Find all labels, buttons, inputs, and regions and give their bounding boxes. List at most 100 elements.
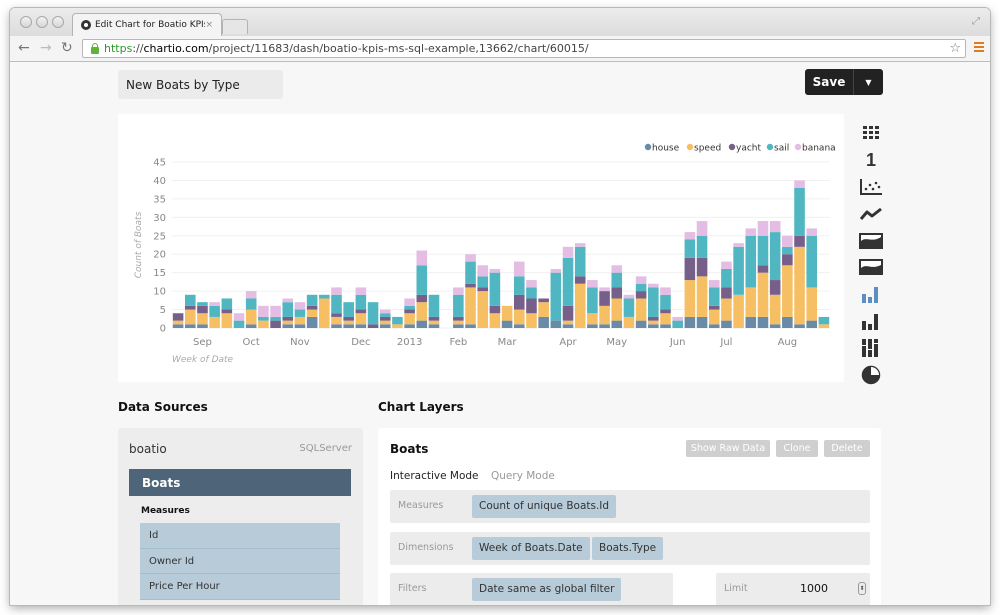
bar-segment-house bbox=[453, 324, 464, 328]
bar-segment-sail bbox=[769, 232, 781, 281]
bar-segment-house bbox=[757, 316, 769, 328]
measure-field[interactable]: Id bbox=[140, 523, 340, 549]
x-tick-label: Mar bbox=[498, 337, 518, 348]
dimension-pill[interactable]: Week of Boats.Date bbox=[472, 537, 590, 560]
x-tick-label: Jul bbox=[719, 337, 732, 348]
delete-button[interactable]: Delete bbox=[824, 440, 870, 457]
chart-title-input[interactable]: New Boats by Type bbox=[118, 70, 283, 99]
dimension-pill[interactable]: Boats.Type bbox=[592, 537, 664, 560]
reload-icon[interactable]: ↻ bbox=[61, 40, 73, 56]
bar-segment-house bbox=[355, 324, 367, 328]
bar-segment-yacht bbox=[684, 257, 696, 281]
stacked-bar-100-icon[interactable] bbox=[858, 334, 884, 361]
bar-segment-house bbox=[611, 320, 623, 328]
bar-segment-yacht bbox=[599, 291, 610, 306]
legend-swatch-speed bbox=[686, 143, 694, 151]
bar-segment-banana bbox=[245, 291, 257, 299]
bar-segment-sail bbox=[221, 298, 233, 310]
bar-segment-sail bbox=[209, 305, 220, 317]
stacked-bar-icon[interactable] bbox=[858, 308, 884, 335]
save-button[interactable]: Save bbox=[805, 69, 853, 95]
scatter-icon[interactable] bbox=[858, 174, 884, 201]
zoom-window-button[interactable] bbox=[52, 16, 64, 28]
bar-segment-yacht bbox=[782, 254, 793, 266]
bar-icon[interactable] bbox=[858, 281, 884, 308]
bar-segment-yacht bbox=[270, 320, 281, 328]
bar-segment-speed bbox=[623, 316, 635, 328]
bar-segment-sail bbox=[611, 272, 623, 288]
stacked-area-icon[interactable] bbox=[858, 254, 884, 281]
close-window-button[interactable] bbox=[20, 16, 32, 28]
tab-query-mode[interactable]: Query Mode bbox=[491, 470, 555, 482]
bar-segment-speed bbox=[818, 324, 830, 328]
bar-segment-speed bbox=[197, 313, 208, 325]
y-tick-label: 20 bbox=[153, 250, 166, 261]
bar-segment-banana bbox=[611, 265, 623, 273]
bar-segment-sail bbox=[513, 276, 525, 295]
bar-segment-banana bbox=[708, 280, 720, 288]
bar-segment-yacht bbox=[184, 305, 196, 310]
measure-field[interactable]: Price Per Hour bbox=[140, 574, 340, 600]
bar-segment-sail bbox=[721, 268, 732, 288]
minimize-window-button[interactable] bbox=[36, 16, 48, 28]
bar-segment-yacht bbox=[660, 309, 671, 314]
data-sources-heading: Data Sources bbox=[118, 400, 208, 414]
fullscreen-icon[interactable]: ⤢ bbox=[972, 16, 980, 27]
show-raw-data-button[interactable]: Show Raw Data bbox=[686, 440, 770, 457]
y-tick-label: 10 bbox=[153, 287, 166, 298]
y-tick-label: 35 bbox=[153, 194, 166, 205]
bar-segment-yacht bbox=[526, 298, 537, 314]
bar-segment-house bbox=[465, 324, 476, 328]
bar-segment-house bbox=[708, 324, 720, 328]
bar-segment-sail bbox=[623, 298, 635, 317]
stacked-bar-chart: 0 5 10 15 20 25 30 35 40 45 Count of Boats Week of … bbox=[134, 143, 836, 366]
browser-tab[interactable]: Edit Chart for Boatio KPIs - × bbox=[72, 13, 222, 36]
browser-toolbar: ← → ↻ https :// chartio.com /project/116… bbox=[10, 36, 990, 62]
pie-icon[interactable] bbox=[858, 361, 884, 388]
bar-segment-banana bbox=[258, 305, 269, 317]
back-icon[interactable]: ← bbox=[18, 40, 30, 56]
tab-interactive-mode[interactable]: Interactive Mode bbox=[390, 470, 479, 482]
bar-segment-yacht bbox=[794, 235, 805, 247]
bar-segment-house bbox=[745, 316, 757, 328]
bar-segment-speed bbox=[428, 320, 440, 325]
limit-input[interactable]: 1000 bbox=[800, 582, 828, 595]
line-icon[interactable] bbox=[858, 200, 884, 227]
tab-close-icon[interactable]: × bbox=[205, 20, 213, 30]
bar-segment-sail bbox=[526, 287, 537, 299]
bar-segment-banana bbox=[465, 254, 476, 262]
clone-button[interactable]: Clone bbox=[776, 440, 818, 457]
bar-segment-house bbox=[343, 324, 354, 328]
area-icon[interactable] bbox=[858, 227, 884, 254]
bar-segment-banana bbox=[562, 246, 574, 258]
bar-segment-speed bbox=[538, 302, 549, 317]
y-tick-label: 25 bbox=[153, 231, 166, 242]
bar-segment-speed bbox=[745, 287, 757, 317]
bar-segment-house bbox=[684, 316, 696, 328]
bar-segment-yacht bbox=[757, 265, 769, 273]
forward-icon[interactable]: → bbox=[40, 40, 52, 56]
data-source-name[interactable]: boatio bbox=[129, 442, 167, 456]
limit-stepper[interactable]: ⬍ bbox=[858, 582, 866, 595]
measure-pill[interactable]: Count of unique Boats.Id bbox=[472, 495, 617, 518]
bar-segment-sail bbox=[587, 287, 598, 314]
bar-segment-banana bbox=[404, 298, 415, 306]
bar-segment-speed bbox=[587, 313, 598, 325]
bar-segment-speed bbox=[477, 291, 489, 328]
browser-menu-icon[interactable] bbox=[974, 42, 984, 52]
bar-segment-speed bbox=[599, 305, 610, 325]
table-icon[interactable] bbox=[858, 120, 884, 147]
single-value-icon[interactable]: 1 bbox=[858, 147, 884, 174]
bookmark-star-icon[interactable]: ☆ bbox=[949, 41, 961, 56]
new-tab-button[interactable] bbox=[222, 19, 248, 34]
bar-segment-yacht bbox=[513, 294, 525, 310]
bar-segment-speed bbox=[562, 320, 574, 325]
save-options-dropdown[interactable]: ▼ bbox=[853, 69, 883, 95]
filter-pill[interactable]: Date same as global filter bbox=[472, 578, 622, 601]
measure-field[interactable]: Owner Id bbox=[140, 548, 340, 574]
table-boats[interactable]: Boats bbox=[129, 469, 351, 496]
address-bar[interactable]: https :// chartio.com /project/11683/das… bbox=[82, 39, 966, 58]
bar-segment-yacht bbox=[611, 287, 623, 299]
caret-down-icon: ▼ bbox=[865, 77, 872, 87]
bar-segment-banana bbox=[623, 294, 635, 299]
